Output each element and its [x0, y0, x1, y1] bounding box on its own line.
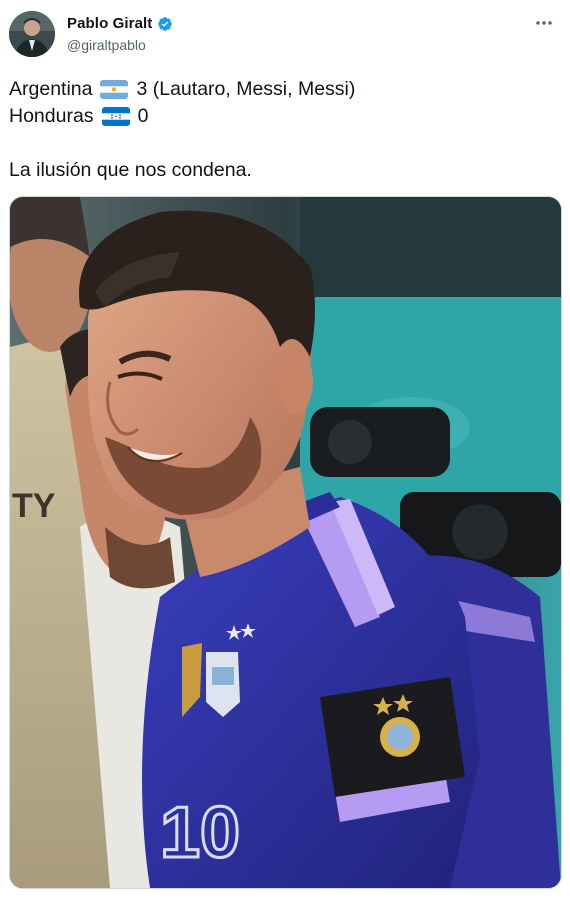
- more-horizontal-icon: [536, 21, 552, 25]
- tweet-caption: La ilusión que nos condena.: [9, 159, 252, 181]
- author-display-name[interactable]: Pablo Giralt: [67, 15, 152, 32]
- team-name: Honduras: [9, 105, 94, 127]
- team-score: 3 (Lautaro, Messi, Messi): [136, 78, 356, 100]
- score-line-argentina: Argentina 3 (Lautaro, Messi, Messi): [9, 77, 355, 101]
- argentina-flag-icon: [100, 79, 129, 99]
- jersey-number: 10: [160, 793, 240, 873]
- more-options-button[interactable]: [530, 12, 558, 34]
- author-name-row: Pablo Giralt: [67, 15, 173, 32]
- tweet-card: Pablo Giralt @giraltpablo Argentina 3 (L…: [0, 0, 570, 900]
- team-score: 0: [137, 105, 149, 127]
- honduras-flag-icon: [101, 106, 130, 126]
- team-name: Argentina: [9, 78, 93, 100]
- tweet-photo[interactable]: TY 10: [9, 196, 562, 889]
- shirt-print: TY: [12, 487, 56, 525]
- score-line-honduras: Honduras 0: [9, 104, 148, 128]
- author-handle[interactable]: @giraltpablo: [67, 37, 146, 53]
- avatar[interactable]: [9, 11, 55, 57]
- verified-badge-icon: [157, 16, 173, 32]
